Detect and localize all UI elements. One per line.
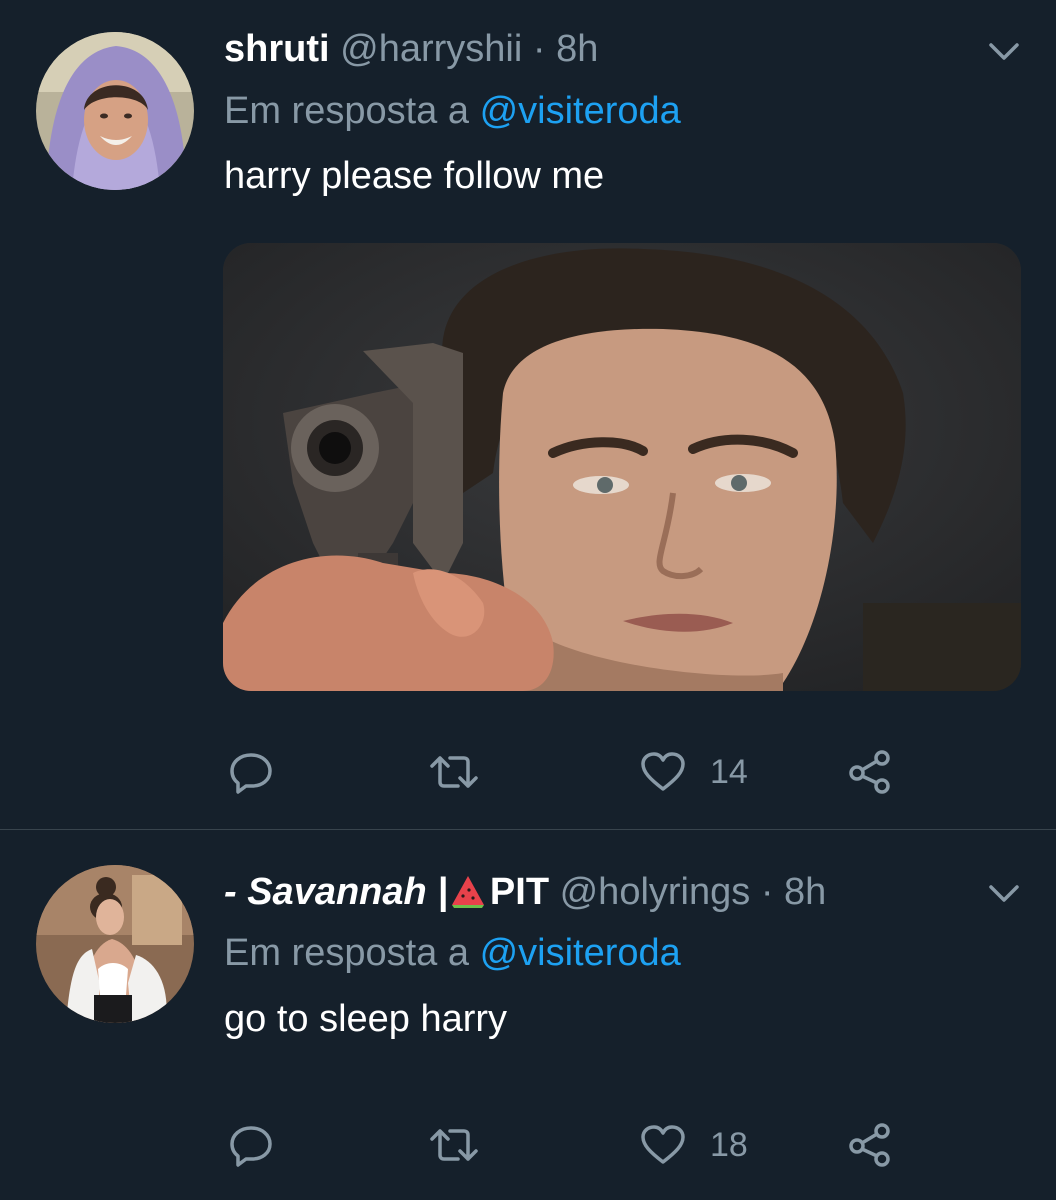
display-name-part2: PIT	[489, 871, 550, 913]
watermelon-emoji	[451, 876, 484, 908]
chevron-down-icon[interactable]	[986, 40, 1022, 64]
reply-button[interactable]	[228, 742, 274, 802]
reply-button[interactable]	[228, 1115, 274, 1175]
heart-icon	[641, 752, 685, 791]
tweet-header: shruti @harryshii · 8h	[224, 26, 598, 72]
reply-icon	[230, 753, 272, 794]
reply-context: Em resposta a @visiteroda	[224, 88, 681, 134]
reply-mention-link[interactable]: @visiteroda	[480, 90, 681, 132]
timestamp[interactable]: 8h	[784, 871, 826, 913]
reply-context: Em resposta a @visiteroda	[224, 930, 681, 976]
tweet[interactable]: - Savannah | PIT @holyrings · 8h Em resp…	[0, 830, 1056, 1200]
retweet-button[interactable]	[424, 742, 484, 802]
separator-dot: ·	[532, 28, 546, 70]
share-icon	[849, 1123, 890, 1167]
display-name[interactable]: shruti	[224, 28, 330, 70]
like-count: 18	[710, 1125, 748, 1164]
reply-icon	[230, 1126, 272, 1167]
tweet-text: harry please follow me	[224, 155, 605, 197]
avatar[interactable]	[36, 865, 194, 1023]
chevron-down-icon[interactable]	[986, 882, 1022, 906]
like-button[interactable]: 14	[640, 742, 748, 802]
display-name[interactable]: - Savannah | PIT	[224, 871, 549, 913]
timestamp[interactable]: 8h	[556, 28, 598, 70]
heart-icon	[641, 1125, 685, 1164]
reply-prefix: Em resposta a	[224, 90, 469, 132]
tweet-text: go to sleep harry	[224, 998, 508, 1040]
share-icon	[849, 750, 890, 794]
share-button[interactable]	[846, 742, 894, 802]
like-button[interactable]: 18	[640, 1115, 748, 1175]
avatar-image	[36, 865, 194, 1023]
avatar-image	[36, 32, 194, 190]
separator-dot: ·	[760, 871, 774, 913]
retweet-button[interactable]	[424, 1115, 484, 1175]
display-name-part1: - Savannah |	[224, 871, 448, 913]
avatar[interactable]	[36, 32, 194, 190]
tweet-media-image[interactable]	[223, 243, 1021, 691]
like-count: 14	[710, 752, 748, 791]
user-handle[interactable]: @harryshii	[340, 28, 522, 70]
reply-mention-link[interactable]: @visiteroda	[480, 932, 681, 974]
retweet-icon	[430, 1129, 478, 1161]
user-handle[interactable]: @holyrings	[560, 871, 751, 913]
tweet-header: - Savannah | PIT @holyrings · 8h	[224, 869, 826, 915]
tweet[interactable]: shruti @harryshii · 8h Em resposta a @vi…	[0, 0, 1056, 829]
reply-prefix: Em resposta a	[224, 932, 469, 974]
share-button[interactable]	[846, 1115, 894, 1175]
retweet-icon	[430, 756, 478, 788]
